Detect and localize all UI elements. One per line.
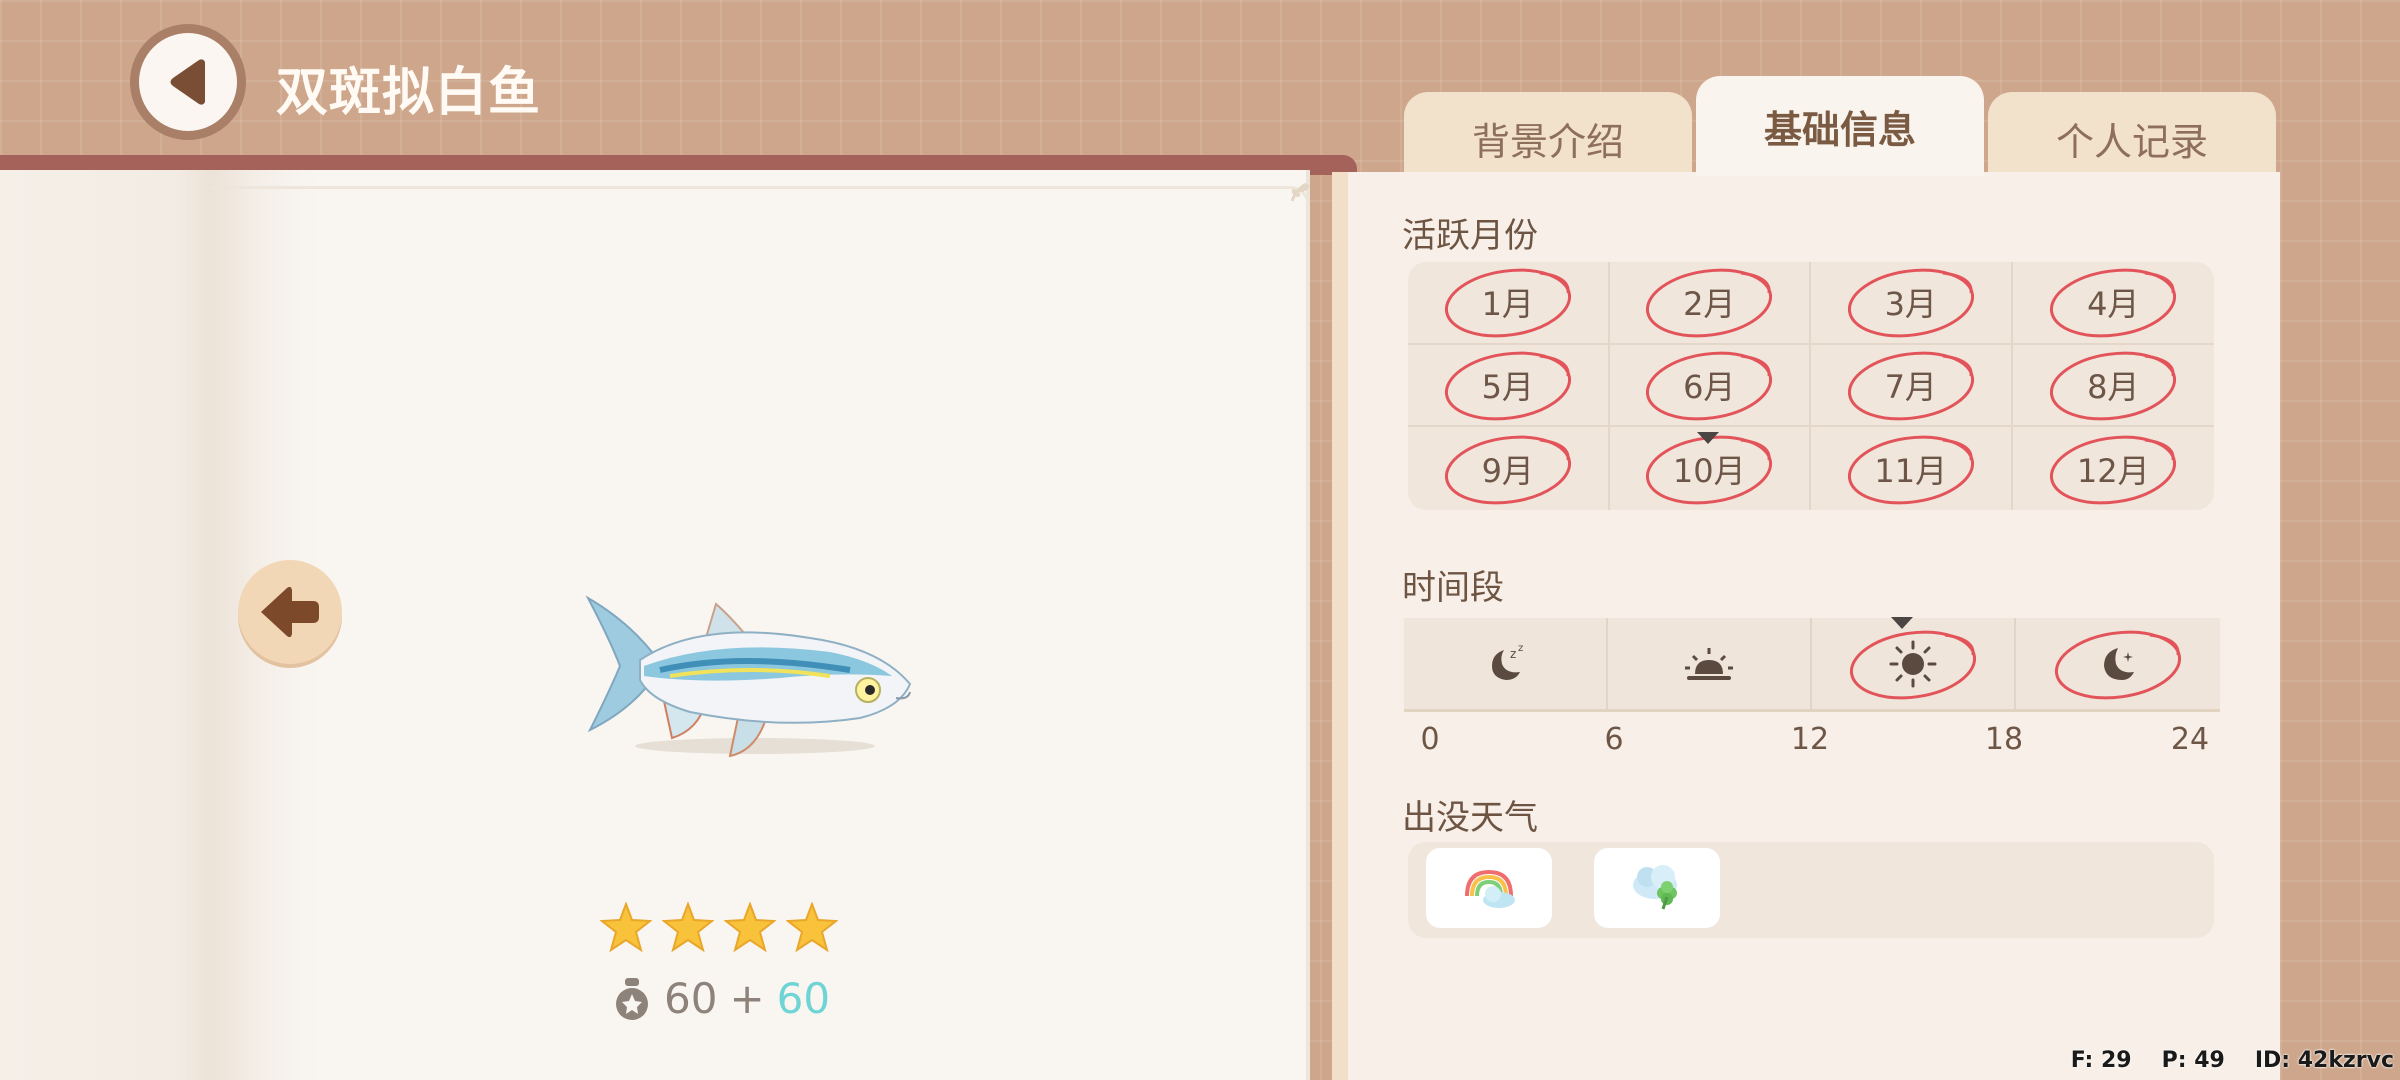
month-label: 2月 bbox=[1683, 285, 1736, 324]
month-cell: 12月 bbox=[2013, 427, 2215, 510]
bonus-value: 60 bbox=[776, 974, 831, 1023]
month-label: 9月 bbox=[1481, 451, 1534, 490]
rainbow-cloud-icon bbox=[1465, 869, 1515, 908]
month-label: 7月 bbox=[1884, 367, 1937, 406]
time-slot-day bbox=[1812, 618, 2016, 709]
base-value: 60 bbox=[664, 974, 718, 1023]
month-label: 1月 bbox=[1481, 285, 1534, 324]
month-label: 11月 bbox=[1874, 451, 1948, 490]
active-months-label: 活跃月份 bbox=[1402, 216, 1538, 256]
sleeping-moon-icon: z z bbox=[1492, 643, 1523, 680]
month-cell: 5月 bbox=[1408, 344, 1610, 428]
back-button[interactable] bbox=[130, 24, 246, 140]
month-label: 12月 bbox=[2076, 451, 2150, 490]
current-month-marker bbox=[1697, 432, 1719, 444]
tab-personal-record[interactable]: 个人记录 bbox=[1988, 92, 2276, 184]
month-cell: 3月 bbox=[1811, 262, 2013, 345]
time-tick: 24 bbox=[2170, 722, 2210, 757]
debug-f: F: 29 bbox=[2070, 1048, 2132, 1073]
weather-card-rainbow[interactable] bbox=[1426, 848, 1552, 928]
current-time-marker bbox=[1891, 617, 1913, 629]
month-label: 3月 bbox=[1884, 285, 1937, 324]
tab-label: 个人记录 bbox=[2055, 119, 2208, 164]
star-icon bbox=[662, 902, 714, 952]
star-icon bbox=[786, 902, 838, 952]
tab-basic-info[interactable]: 基础信息 bbox=[1696, 76, 1984, 176]
svg-text:z: z bbox=[1510, 647, 1516, 661]
back-arrow-icon bbox=[170, 59, 205, 105]
debug-id: ID: 42kzrvc bbox=[2254, 1048, 2394, 1073]
month-cell: 7月 bbox=[1811, 344, 2013, 428]
months-grid: 1月 2月 3月 4月 5月 6月 7月 8月 9月 10月 11月 12月 bbox=[1408, 262, 2214, 510]
month-label: 4月 bbox=[2087, 285, 2140, 324]
weather-label: 出没天气 bbox=[1402, 798, 1538, 838]
tab-label: 背景介绍 bbox=[1471, 119, 1624, 164]
time-tick: 6 bbox=[1604, 722, 1624, 757]
left-arrow-icon bbox=[261, 586, 319, 638]
month-cell: 11月 bbox=[1811, 427, 2013, 510]
month-cell: 2月 bbox=[1609, 262, 1811, 345]
time-slot-evening bbox=[2016, 618, 2220, 709]
time-period-bar: z z bbox=[1404, 618, 2220, 712]
tab-label: 基础信息 bbox=[1763, 107, 1916, 152]
month-label: 6月 bbox=[1683, 367, 1736, 406]
month-cell: 4月 bbox=[2012, 262, 2214, 345]
month-cell: 8月 bbox=[2012, 345, 2214, 428]
month-cell: 1月 bbox=[1408, 262, 1610, 345]
time-tick: 12 bbox=[1790, 722, 1830, 757]
weather-card-clover[interactable] bbox=[1594, 848, 1720, 928]
month-cell: 6月 bbox=[1609, 344, 1811, 428]
month-label: 10月 bbox=[1672, 451, 1746, 490]
sun-icon bbox=[1889, 640, 1937, 687]
time-period-label: 时间段 bbox=[1402, 568, 1504, 608]
time-slot-night: z z bbox=[1404, 618, 1608, 709]
night-moon-icon bbox=[2104, 647, 2134, 680]
month-cell: 9月 bbox=[1408, 427, 1610, 510]
svg-text:z: z bbox=[1518, 643, 1523, 654]
fish-value: 60 + 60 bbox=[612, 974, 830, 1023]
tab-background[interactable]: 背景介绍 bbox=[1404, 92, 1692, 184]
star-icon bbox=[724, 902, 776, 952]
sunrise-icon bbox=[1685, 647, 1733, 680]
month-label: 8月 bbox=[2087, 367, 2140, 406]
debug-p: P: 49 bbox=[2161, 1048, 2225, 1073]
star-rating bbox=[600, 902, 838, 952]
fish-icon bbox=[585, 595, 912, 758]
time-slot-morning bbox=[1608, 618, 1812, 709]
weight-icon bbox=[616, 977, 648, 1020]
sprout-icon bbox=[1290, 182, 1310, 202]
time-tick: 0 bbox=[1420, 722, 1440, 757]
clover-cloud-icon bbox=[1633, 865, 1677, 910]
page-title: 双斑拟白鱼 bbox=[276, 63, 542, 123]
previous-fish-button[interactable] bbox=[238, 560, 342, 664]
debug-overlay: F: 29 P: 49 ID: 42kzrvc bbox=[2071, 1048, 2394, 1073]
month-label: 5月 bbox=[1481, 367, 1534, 406]
plus-sign: + bbox=[729, 974, 765, 1023]
star-icon bbox=[600, 902, 652, 952]
time-tick: 18 bbox=[1984, 722, 2024, 757]
